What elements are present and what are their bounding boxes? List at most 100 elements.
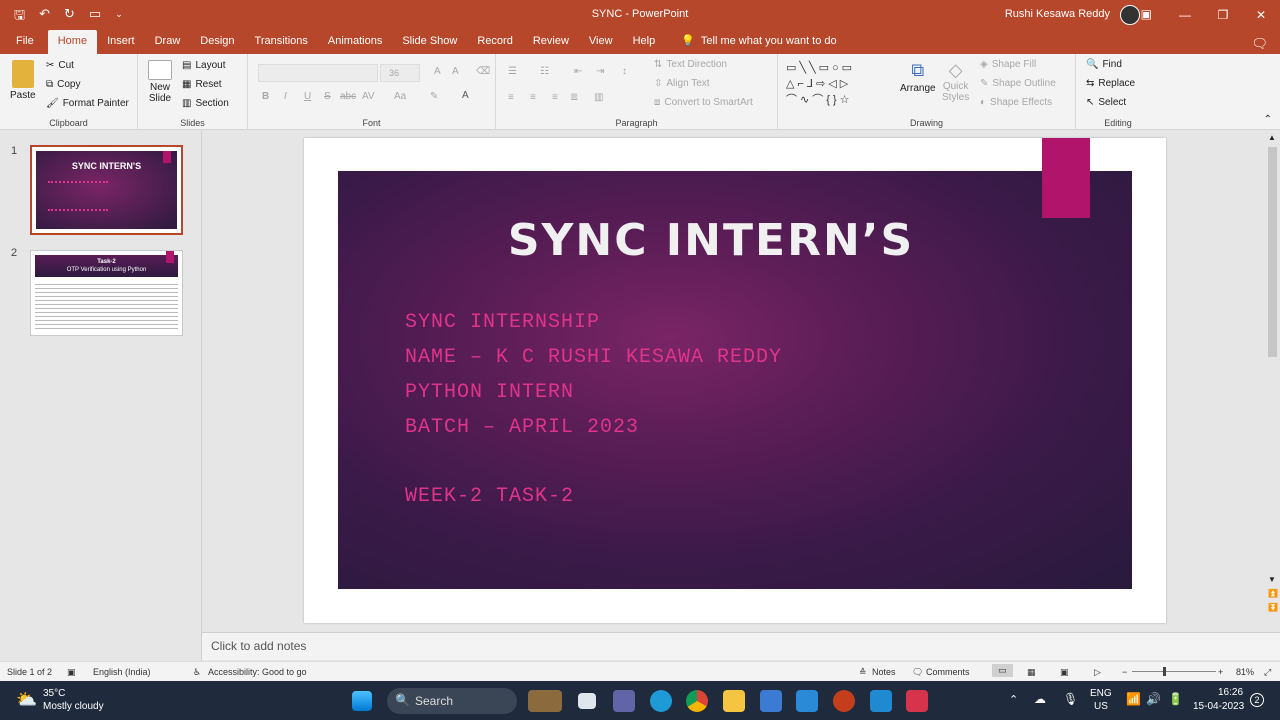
layout-button[interactable]: ▤ Layout [182, 60, 225, 71]
minimize-button[interactable]: — [1166, 0, 1204, 30]
cut-button[interactable]: ✂ Cut [46, 60, 74, 71]
slide-line-5[interactable]: WEEK-2 TASK-2 [405, 485, 574, 508]
shadow-button[interactable]: abc [340, 91, 356, 102]
language-indicator[interactable]: English (India) [93, 667, 151, 677]
notes-pane[interactable]: Click to add notes [202, 632, 1280, 660]
strikethrough-button[interactable]: S [324, 91, 331, 102]
scroll-thumb[interactable] [1268, 147, 1277, 357]
collapse-ribbon-icon[interactable]: ⌃ [1264, 114, 1272, 125]
format-painter-button[interactable]: 🖌 Format Painter [46, 98, 129, 109]
restore-button[interactable]: ❐ [1204, 0, 1242, 30]
weather-desc[interactable]: Mostly cloudy [43, 701, 104, 712]
zoom-slider-thumb[interactable] [1163, 667, 1166, 676]
battery-icon[interactable]: 🔋 [1168, 692, 1183, 706]
find-button[interactable]: 🔍 Find [1086, 59, 1122, 70]
weather-temp[interactable]: 35°C [43, 688, 65, 699]
arrange-button[interactable]: ⧉ Arrange [900, 60, 936, 94]
align-center-icon[interactable]: ≡ [530, 92, 536, 103]
mail-icon[interactable] [796, 690, 818, 712]
notes-icon[interactable]: ≙ [859, 667, 867, 678]
taskbar-search[interactable]: 🔍 Search [387, 688, 517, 714]
slide-line-2[interactable]: NAME – K C RUSHI KESAWA REDDY [405, 346, 782, 369]
onedrive-icon[interactable]: ☁ [1034, 692, 1046, 706]
copy-button[interactable]: ⧉ Copy [46, 79, 81, 90]
scroll-down-icon[interactable]: ▼ [1268, 575, 1276, 584]
edge-icon[interactable] [650, 690, 672, 712]
tell-me-search[interactable]: 💡 Tell me what you want to do [671, 30, 846, 54]
chrome-icon[interactable] [686, 690, 708, 712]
vertical-scrollbar[interactable]: ▲ ▼ ⏫ ⏬ [1265, 131, 1280, 631]
ribbon-display-options-icon[interactable]: ▣ [1141, 7, 1152, 21]
comments-status-icon[interactable]: 🗨 [912, 667, 923, 678]
close-button[interactable]: ✕ [1242, 0, 1280, 30]
shape-fill-button[interactable]: ◈ Shape Fill [980, 59, 1036, 70]
decrease-indent-icon[interactable]: ⇤ [574, 66, 582, 77]
recorder-icon[interactable] [906, 690, 928, 712]
align-right-icon[interactable]: ≡ [552, 92, 558, 103]
notification-badge[interactable]: 2 [1250, 693, 1264, 707]
font-color-icon[interactable]: A [462, 90, 469, 101]
select-button[interactable]: ↖ Select [1086, 97, 1126, 108]
volume-icon[interactable]: 🔊 [1146, 692, 1161, 706]
clock-date[interactable]: 15-04-2023 [1193, 701, 1244, 712]
language-us[interactable]: US [1094, 701, 1108, 712]
font-name-combo[interactable] [258, 64, 378, 82]
tab-draw[interactable]: Draw [145, 30, 191, 54]
shape-effects-button[interactable]: ◐ Shape Effects [980, 97, 1052, 108]
text-direction-button[interactable]: ⇅ Text Direction [654, 59, 727, 70]
section-button[interactable]: ▥ Section [182, 98, 229, 109]
reset-button[interactable]: ▦ Reset [182, 79, 222, 90]
increase-indent-icon[interactable]: ⇥ [596, 66, 604, 77]
wifi-icon[interactable]: 📶 [1126, 692, 1141, 706]
shapes-gallery[interactable]: ▭╲╲▭○▭ △⌐⅃⇨◁▷ ⌒∿⌒{}☆ [786, 60, 890, 110]
tab-record[interactable]: Record [467, 30, 522, 54]
clear-format-icon[interactable]: ⌫ [476, 66, 490, 77]
scroll-up-icon[interactable]: ▲ [1268, 133, 1276, 142]
grow-font-icon[interactable]: A [434, 66, 441, 77]
shrink-font-icon[interactable]: A [452, 66, 459, 77]
file-explorer-icon[interactable] [723, 690, 745, 712]
accessibility-status[interactable]: Accessibility: Good to go [208, 667, 307, 677]
avatar[interactable] [1120, 5, 1140, 25]
next-slide-icon[interactable]: ⏬ [1268, 603, 1278, 612]
change-case-icon[interactable]: Aa [394, 91, 406, 102]
vscode-icon[interactable] [870, 690, 892, 712]
char-spacing-icon[interactable]: AV [362, 91, 375, 102]
font-size-combo[interactable]: 36 [380, 64, 420, 82]
task-view-icon[interactable] [578, 693, 596, 709]
comments-button[interactable]: Comments [926, 667, 970, 677]
language-eng[interactable]: ENG [1090, 688, 1112, 699]
tab-design[interactable]: Design [190, 30, 244, 54]
italic-button[interactable]: I [284, 91, 287, 102]
shape-outline-button[interactable]: ✎ Shape Outline [980, 78, 1056, 89]
numbering-icon[interactable]: ☷ [540, 66, 549, 77]
notes-button[interactable]: Notes [872, 667, 896, 677]
tab-transitions[interactable]: Transitions [245, 30, 318, 54]
zoom-in-icon[interactable]: + [1218, 667, 1223, 677]
tab-slide-show[interactable]: Slide Show [392, 30, 467, 54]
convert-smartart-button[interactable]: ⧈ Convert to SmartArt [654, 97, 753, 108]
reading-view-icon[interactable]: ▣ [1060, 667, 1069, 678]
prev-slide-icon[interactable]: ⏫ [1268, 589, 1278, 598]
align-left-icon[interactable]: ≡ [508, 92, 514, 103]
chevron-up-icon[interactable]: ⌃ [1009, 693, 1018, 706]
teams-icon[interactable] [613, 690, 635, 712]
slide-thumbnail-1[interactable]: SYNC INTERN'S [30, 145, 183, 235]
zoom-out-icon[interactable]: − [1122, 667, 1127, 677]
new-slide-button[interactable]: New Slide [148, 60, 172, 104]
tab-help[interactable]: Help [623, 30, 666, 54]
highlight-icon[interactable]: ✎ [430, 91, 438, 102]
replace-button[interactable]: ⇆ Replace [1086, 78, 1135, 89]
search-highlight-icon[interactable] [528, 690, 562, 712]
paste-button[interactable]: Paste [10, 60, 36, 101]
zoom-level[interactable]: 81% [1236, 667, 1254, 677]
justify-icon[interactable]: ≣ [570, 92, 578, 103]
weather-icon[interactable]: ⛅ [16, 690, 37, 710]
clock-time[interactable]: 16:26 [1218, 687, 1243, 698]
columns-icon[interactable]: ▥ [594, 92, 603, 103]
accessibility-icon[interactable]: ♿ [193, 667, 201, 678]
comments-icon[interactable]: 🗨 [1251, 36, 1268, 52]
normal-view-icon[interactable]: ▭ [992, 664, 1013, 677]
slide-thumbnail-2[interactable]: Task-2 OTP Verification using Python [30, 250, 183, 336]
bold-button[interactable]: B [262, 91, 269, 102]
